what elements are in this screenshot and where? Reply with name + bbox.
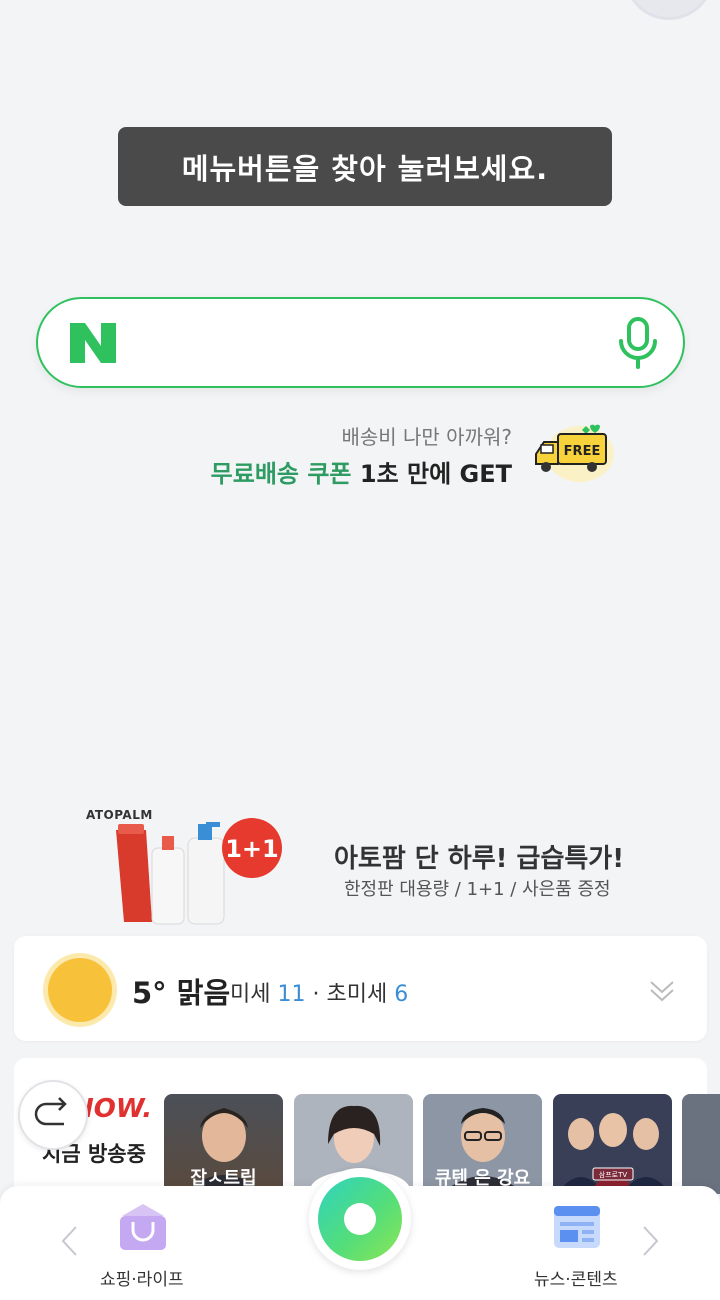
weather-temp-condition: 5° 맑음 — [132, 970, 230, 1012]
dust-separator: · — [305, 982, 327, 1007]
live-thumbnail[interactable]: 큐텐 은 강요 — [423, 1094, 542, 1194]
dust-label: 미세 — [230, 982, 271, 1007]
ad-title[interactable]: 아토팜 단 하루! 급습특가! — [334, 838, 624, 875]
people-photo: 삼프로TV — [557, 1113, 671, 1194]
weather-card[interactable]: 5° 맑음 미세 11 · 초미세 6 — [14, 936, 707, 1041]
live-thumbnail[interactable]: 잡ㅅ트립 — [164, 1094, 283, 1194]
ad-badge: 1+1 — [225, 835, 279, 863]
double-chevron-down-icon[interactable] — [648, 976, 676, 1004]
search-bar[interactable] — [36, 297, 685, 388]
free-badge: FREE — [564, 444, 601, 459]
nav-shopping-label[interactable]: 쇼핑·라이프 — [100, 1265, 184, 1290]
live-thumbnail[interactable] — [682, 1094, 720, 1194]
dust-value: 11 — [277, 982, 306, 1007]
channel-badge: 삼프로TV — [599, 1170, 628, 1179]
ad-product-image[interactable]: 1+1 — [96, 818, 296, 930]
dust-info: 미세 11 · 초미세 6 — [230, 976, 408, 1008]
promo-headline[interactable]: 무료배송 쿠폰 1초 만에 GET — [160, 454, 512, 489]
promo-highlight: 무료배송 쿠폰 — [210, 460, 352, 488]
menu-tooltip: 메뉴버튼을 찾아 눌러보세요. — [118, 127, 612, 206]
live-thumbnail[interactable]: 삼프로TV — [553, 1094, 672, 1194]
fine-dust-label: 초미세 — [326, 982, 388, 1007]
weather-temp: 5° — [132, 976, 167, 1010]
naver-logo-icon — [70, 323, 116, 363]
fine-dust-value: 6 — [394, 982, 409, 1007]
delivery-truck-icon[interactable]: FREE — [530, 420, 616, 484]
news-icon[interactable] — [550, 1202, 604, 1252]
nav-news-label[interactable]: 뉴스·콘텐츠 — [534, 1265, 618, 1290]
back-button[interactable] — [18, 1080, 88, 1150]
shopping-bag-icon[interactable] — [116, 1202, 170, 1252]
promo-rest: 1초 만에 GET — [351, 460, 512, 488]
weather-condition: 맑음 — [176, 976, 231, 1010]
microphone-icon[interactable] — [616, 317, 660, 369]
tooltip-text: 메뉴버튼을 찾아 눌러보세요. — [181, 151, 549, 186]
promo-subtitle[interactable]: 배송비 나만 아까워? — [200, 421, 512, 450]
green-dot-button[interactable] — [309, 1168, 411, 1270]
sun-icon — [48, 958, 112, 1022]
chevron-right-icon[interactable] — [640, 1224, 662, 1258]
redo-arrow-icon — [34, 1097, 67, 1126]
green-dot-icon — [318, 1177, 402, 1261]
green-dot-center — [344, 1203, 376, 1235]
ad-subtitle[interactable]: 한정판 대용량 / 1+1 / 사은품 증정 — [344, 875, 611, 901]
search-input[interactable] — [138, 317, 608, 369]
chevron-left-icon[interactable] — [58, 1224, 80, 1258]
profile-avatar[interactable] — [624, 0, 714, 20]
